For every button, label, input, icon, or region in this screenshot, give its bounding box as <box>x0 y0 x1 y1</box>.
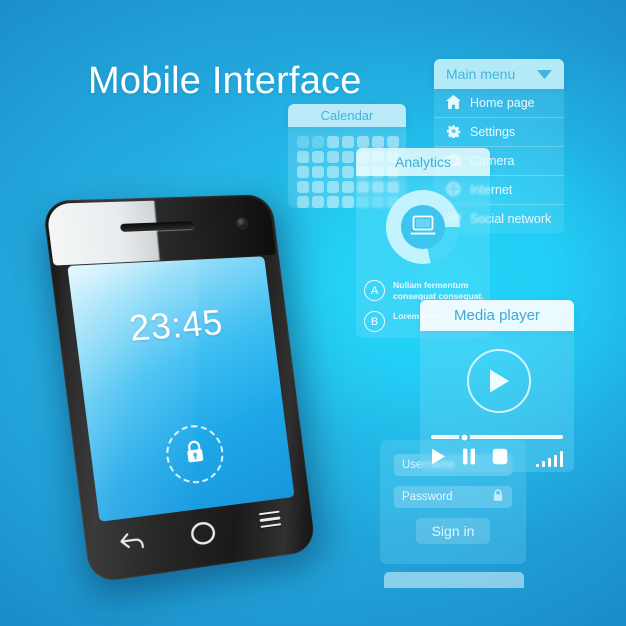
main-menu-header[interactable]: Main menu <box>434 59 564 89</box>
play-circle-icon[interactable] <box>467 349 531 413</box>
calendar-cell[interactable] <box>327 166 339 178</box>
media-progress-knob[interactable] <box>459 432 470 443</box>
legend-marker: A <box>364 280 385 301</box>
bottom-panel-strip <box>384 572 524 588</box>
calendar-cell[interactable] <box>312 166 324 178</box>
password-placeholder: Password <box>402 491 453 503</box>
calendar-panel-title: Calendar <box>288 104 406 127</box>
page-title: Mobile Interface <box>88 58 362 104</box>
media-progress-slider[interactable] <box>431 435 563 439</box>
calendar-cell[interactable] <box>342 136 354 148</box>
analytics-donut-chart <box>386 190 460 264</box>
menu-item-label: Settings <box>470 125 515 139</box>
calendar-cell[interactable] <box>312 136 324 148</box>
volume-level-icon[interactable] <box>536 451 563 467</box>
phone-screen[interactable]: 23:45 <box>67 256 294 522</box>
calendar-cell[interactable] <box>327 136 339 148</box>
hamburger-menu-icon[interactable] <box>259 511 282 532</box>
calendar-cell[interactable] <box>297 166 309 178</box>
chevron-down-icon[interactable] <box>537 66 552 82</box>
calendar-cell[interactable] <box>342 166 354 178</box>
calendar-cell[interactable] <box>342 196 354 208</box>
padlock-icon <box>183 439 208 470</box>
illustration-canvas: Mobile Interface Calendar Main menu Home… <box>0 0 626 626</box>
calendar-cell[interactable] <box>387 136 399 148</box>
media-player-body <box>420 331 574 472</box>
sign-in-button[interactable]: Sign in <box>416 518 490 544</box>
calendar-cell[interactable] <box>342 151 354 163</box>
lock-icon <box>492 489 504 505</box>
laptop-icon <box>410 215 436 240</box>
pause-icon[interactable] <box>462 448 476 470</box>
legend-label: Nullam fermentum consequat consequat. <box>393 280 484 301</box>
menu-item-settings[interactable]: Settings <box>434 118 564 147</box>
calendar-cell[interactable] <box>327 151 339 163</box>
calendar-cell[interactable] <box>297 136 309 148</box>
legend-marker: B <box>364 311 385 332</box>
media-controls <box>431 449 563 469</box>
menu-item-home-page[interactable]: Home page <box>434 89 564 118</box>
calendar-cell[interactable] <box>357 136 369 148</box>
calendar-cell[interactable] <box>312 151 324 163</box>
legend-item[interactable]: A Nullam fermentum consequat consequat. <box>364 280 484 301</box>
calendar-cell[interactable] <box>297 151 309 163</box>
media-player-title: Media player <box>420 300 574 331</box>
smartphone: 23:45 <box>58 190 328 585</box>
calendar-cell[interactable] <box>372 136 384 148</box>
calendar-cell[interactable] <box>327 196 339 208</box>
analytics-panel-title: Analytics <box>356 148 490 176</box>
main-menu-title: Main menu <box>446 66 515 82</box>
password-input[interactable]: Password <box>394 486 512 508</box>
stop-icon[interactable] <box>492 448 508 470</box>
home-circle-icon[interactable] <box>187 519 220 554</box>
phone-device: 23:45 <box>42 194 316 583</box>
home-icon <box>446 95 461 112</box>
menu-item-label: Home page <box>470 96 535 110</box>
back-arrow-icon[interactable] <box>118 528 148 557</box>
media-player-panel[interactable]: Media player <box>420 300 574 472</box>
calendar-cell[interactable] <box>327 181 339 193</box>
gear-icon <box>446 124 461 141</box>
donut-center <box>401 205 445 249</box>
calendar-cell[interactable] <box>342 181 354 193</box>
phone-top-band <box>46 197 276 265</box>
play-icon[interactable] <box>431 448 446 470</box>
